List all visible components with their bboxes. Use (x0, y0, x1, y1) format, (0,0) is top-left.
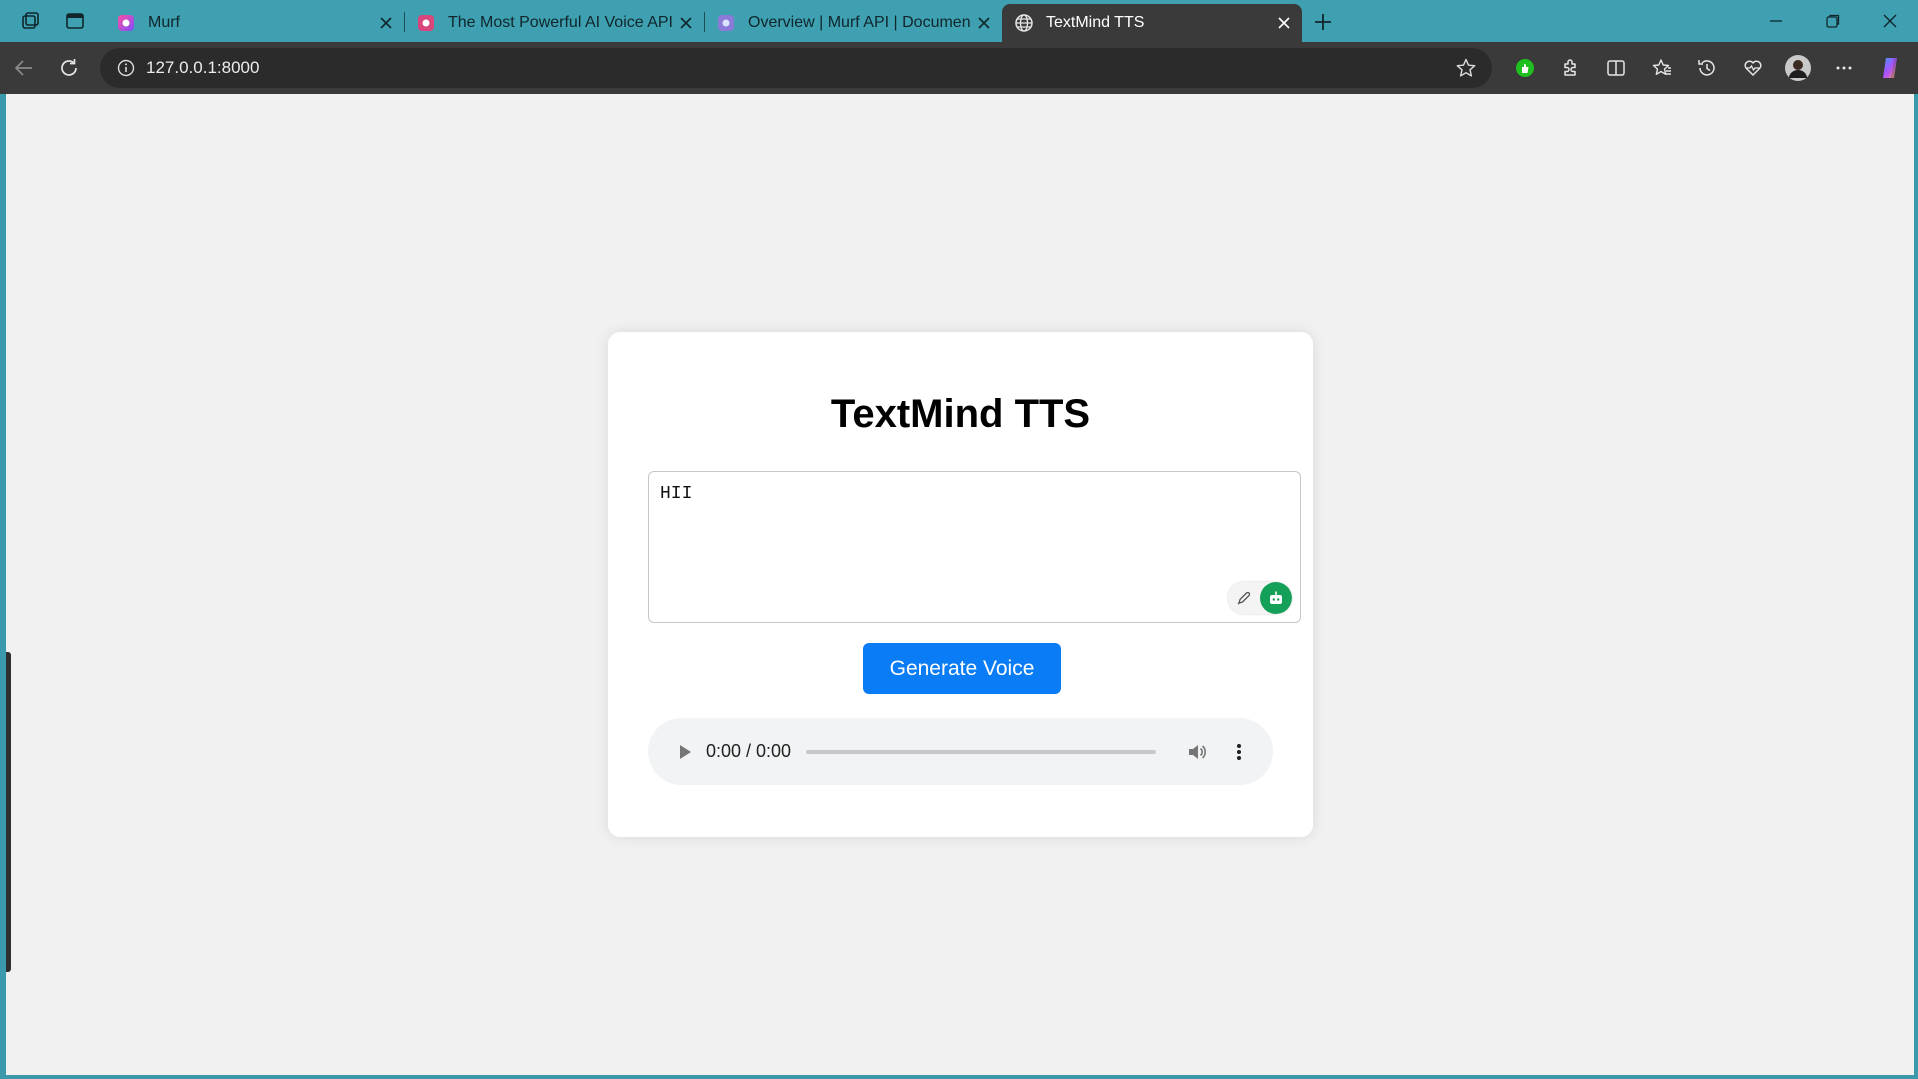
page-viewport: TextMind TTS HII Generate Voice 0:00 / 0… (6, 94, 1914, 1075)
extension-green-icon[interactable] (1509, 52, 1541, 84)
close-tab-icon[interactable] (970, 9, 998, 37)
back-icon[interactable] (8, 52, 40, 84)
volume-icon[interactable] (1182, 737, 1212, 767)
history-icon[interactable] (1691, 52, 1723, 84)
page-title: TextMind TTS (830, 392, 1091, 436)
close-tab-icon[interactable] (372, 9, 400, 37)
extensions-puzzle-icon[interactable] (1554, 52, 1586, 84)
tab-murf-docs[interactable]: Overview | Murf API | Documentat (704, 4, 1002, 42)
reload-icon[interactable] (53, 52, 85, 84)
favorite-star-icon[interactable] (1446, 48, 1486, 88)
address-text[interactable]: 127.0.0.1:8000 (146, 58, 1446, 78)
murf-favicon (416, 13, 436, 33)
murf-favicon (116, 13, 136, 33)
site-info-icon[interactable] (106, 48, 146, 88)
tab-title: TextMind TTS (1046, 14, 1145, 31)
address-bar[interactable]: 127.0.0.1:8000 (100, 48, 1492, 88)
close-tab-icon[interactable] (672, 9, 700, 37)
tts-card: TextMind TTS HII Generate Voice 0:00 / 0… (608, 332, 1313, 837)
tab-murf-api[interactable]: The Most Powerful AI Voice API S (404, 4, 704, 42)
tab-murf[interactable]: Murf (104, 4, 404, 42)
copilot-icon[interactable] (1874, 52, 1906, 84)
grammar-assistant-icon[interactable] (1260, 582, 1292, 614)
text-input-value[interactable]: HII (660, 484, 692, 504)
audio-time: 0:00 / 0:00 (706, 741, 792, 761)
globe-icon (1014, 13, 1034, 33)
browser-essentials-icon[interactable] (1737, 52, 1769, 84)
generate-voice-button[interactable]: Generate Voice (863, 643, 1061, 694)
split-screen-icon[interactable] (1600, 52, 1632, 84)
restore-icon[interactable] (1805, 0, 1861, 42)
minimize-icon[interactable] (1748, 0, 1804, 42)
tab-title: Overview | Murf API | Documentat (748, 14, 970, 31)
vertical-tabs-icon[interactable] (61, 7, 89, 35)
murf-docs-favicon (716, 13, 736, 33)
settings-more-icon[interactable] (1828, 52, 1860, 84)
tab-strip: Murf The Most Powerful AI Voice API S Ov… (0, 0, 1918, 42)
sidebar-edge-handle[interactable] (6, 652, 11, 972)
workspaces-icon[interactable] (16, 7, 44, 35)
text-input[interactable]: HII (648, 471, 1301, 623)
new-tab-icon[interactable] (1308, 7, 1338, 37)
audio-progress-track[interactable] (806, 749, 1156, 754)
browser-toolbar: 127.0.0.1:8000 (0, 42, 1918, 94)
close-window-icon[interactable] (1862, 0, 1918, 42)
favorites-icon[interactable] (1646, 52, 1678, 84)
close-tab-icon[interactable] (1270, 9, 1298, 37)
pen-icon[interactable] (1228, 582, 1260, 614)
more-options-icon[interactable] (1224, 737, 1254, 767)
audio-player: 0:00 / 0:00 (648, 718, 1273, 785)
profile-avatar[interactable] (1782, 52, 1814, 84)
play-icon[interactable] (670, 737, 700, 767)
tab-textmind-tts[interactable]: TextMind TTS (1002, 4, 1302, 42)
writing-assistant-widget[interactable] (1228, 582, 1292, 614)
tab-title: Murf (148, 14, 180, 31)
tab-title: The Most Powerful AI Voice API S (448, 14, 672, 31)
